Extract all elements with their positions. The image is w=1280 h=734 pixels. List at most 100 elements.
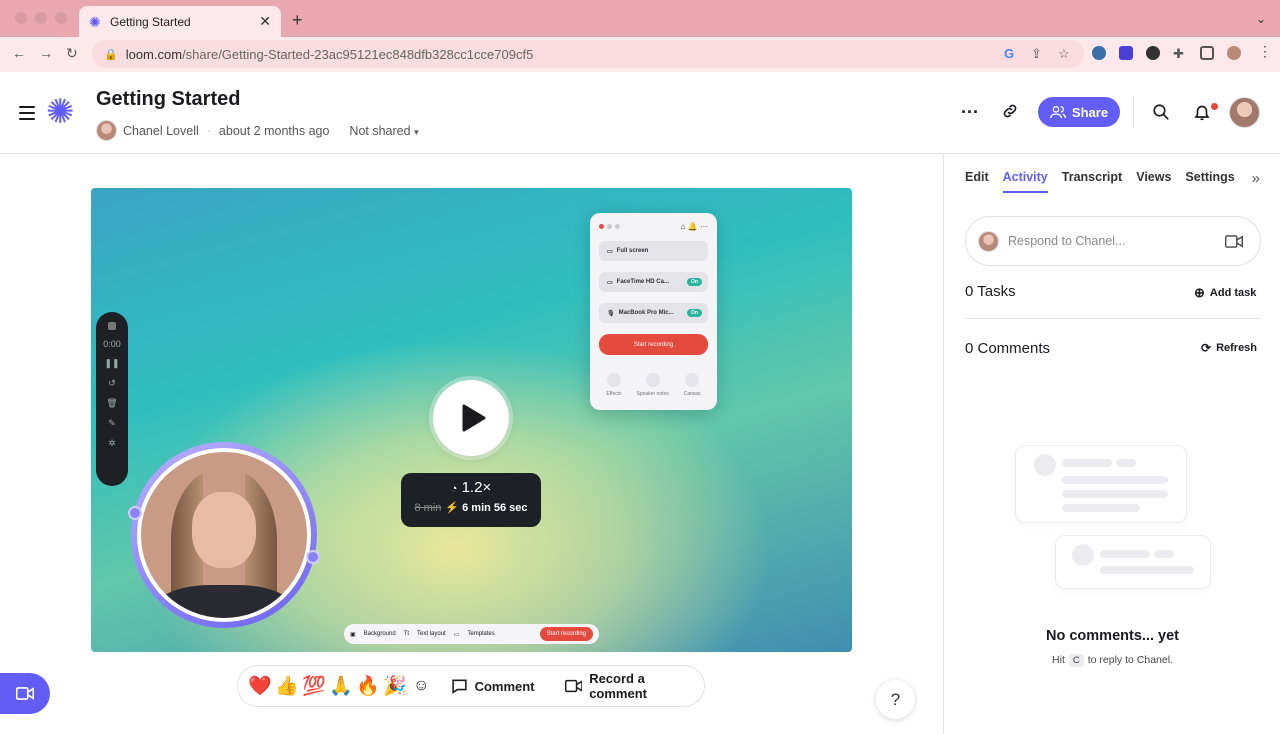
reply-avatar: [978, 230, 999, 252]
side-panel-icon[interactable]: [1200, 46, 1214, 60]
emoji-pray-button[interactable]: 🙏: [329, 674, 353, 698]
extension-2-icon[interactable]: [1119, 46, 1133, 60]
page-title[interactable]: Getting Started: [96, 88, 240, 111]
copy-link-icon[interactable]: [1001, 102, 1019, 125]
extensions-puzzle-icon[interactable]: ✚: [1173, 46, 1187, 61]
original-duration: 8 min: [414, 502, 442, 514]
author-avatar: [96, 120, 117, 141]
reply-input[interactable]: Respond to Chanel...: [965, 216, 1261, 266]
tasks-count: 0 Tasks: [965, 283, 1016, 300]
browser-tab[interactable]: ✺ Getting Started ✕: [79, 6, 281, 37]
hamburger-menu-icon[interactable]: [19, 106, 35, 124]
search-icon[interactable]: [1152, 103, 1170, 126]
notifications-bell-icon[interactable]: [1193, 103, 1211, 127]
popup-full-screen-label: Full screen: [616, 248, 649, 254]
author-name[interactable]: Chanel Lovell: [123, 124, 199, 138]
bar-templates-label: Templates: [467, 631, 495, 637]
popup-camera: ▭ FaceTime HD Ca... On: [599, 272, 708, 292]
user-avatar[interactable]: [1229, 97, 1260, 128]
collapse-panel-icon[interactable]: »: [1252, 170, 1260, 187]
record-reply-icon[interactable]: [1225, 234, 1243, 248]
text-layout-icon: Tt: [403, 631, 410, 637]
monitor-icon: ▭: [607, 248, 613, 255]
restart-icon: ↺: [108, 378, 116, 388]
emoji-thumbs-up-button[interactable]: 👍: [275, 674, 299, 698]
reload-icon[interactable]: ↻: [66, 45, 78, 62]
popup-camera-label: FaceTime HD Ca...: [616, 279, 669, 285]
emoji-party-button[interactable]: 🎉: [383, 674, 407, 698]
tab-activity[interactable]: Activity: [1002, 170, 1048, 193]
divider: [965, 318, 1261, 319]
recorder-control-bar: 0:00 ❚❚ ↺ 🗑 ✎ ✲: [96, 312, 128, 486]
pen-icon: ✎: [108, 418, 116, 428]
tab-edit[interactable]: Edit: [965, 170, 989, 193]
google-icon[interactable]: G: [1004, 46, 1014, 61]
popup-notes-label: Speaker notes: [636, 391, 669, 397]
keyboard-key: C: [1068, 654, 1084, 667]
tab-views[interactable]: Views: [1136, 170, 1171, 193]
refresh-label: Refresh: [1216, 342, 1258, 354]
play-button[interactable]: [433, 380, 509, 456]
popup-tools: Effects Speaker notes Canvas: [599, 373, 708, 397]
emoji-heart-button[interactable]: ❤️: [248, 674, 272, 698]
more-options-icon[interactable]: ···: [961, 102, 979, 123]
bookmark-star-icon[interactable]: ☆: [1058, 46, 1070, 62]
address-bar[interactable]: 🔒 loom.com/share/Getting-Started-23ac951…: [92, 40, 1084, 68]
empty-state-illustration: [1055, 535, 1211, 589]
record-video-fab[interactable]: [0, 673, 50, 714]
browser-menu-icon[interactable]: ⋮: [1258, 43, 1272, 60]
activity-panel: Edit Activity Transcript Views Settings …: [943, 154, 1280, 734]
popup-canvas-label: Canvas: [683, 391, 701, 397]
share-button[interactable]: Share: [1038, 97, 1120, 127]
extension-3-icon[interactable]: [1146, 46, 1160, 60]
back-arrow-icon[interactable]: ←: [12, 45, 26, 61]
add-task-button[interactable]: ⊕ Add task: [1194, 285, 1256, 301]
window-close-button[interactable]: [15, 12, 27, 24]
window-maximize-button[interactable]: [55, 12, 67, 24]
tab-settings[interactable]: Settings: [1185, 170, 1234, 193]
add-task-label: Add task: [1209, 287, 1257, 299]
share-page-icon[interactable]: ⇪: [1031, 46, 1042, 62]
help-button[interactable]: ?: [876, 680, 915, 719]
comments-count: 0 Comments: [965, 340, 1051, 357]
header-divider: [1133, 96, 1134, 128]
url-host: loom.com: [125, 46, 183, 62]
extension-1-icon[interactable]: [1092, 46, 1106, 60]
camera-bubble: [131, 442, 317, 628]
record-comment-label: Record a comment: [589, 671, 647, 701]
forward-arrow-icon[interactable]: →: [39, 45, 53, 61]
play-icon: [462, 404, 486, 432]
tab-list-chevron-icon[interactable]: ⌄: [1256, 12, 1266, 26]
record-camera-icon: [16, 687, 34, 700]
emoji-fire-button[interactable]: 🔥: [356, 674, 380, 698]
record-comment-button[interactable]: Record a comment: [564, 671, 704, 701]
notification-badge: [1211, 103, 1218, 110]
sharing-dropdown[interactable]: Not shared ▾: [349, 124, 418, 138]
speed-multiplier: 1.2×: [461, 479, 492, 496]
video-camera-icon: [564, 679, 583, 693]
emoji-picker-icon[interactable]: ☺: [410, 677, 433, 695]
comment-label: Comment: [474, 678, 535, 694]
meta-separator: ·: [206, 123, 211, 138]
profile-avatar-icon[interactable]: [1227, 46, 1241, 60]
playback-speed-badge[interactable]: ◔ 1.2× 8 min ⚡ 6 min 56 sec: [401, 473, 541, 527]
window-minimize-button[interactable]: [35, 12, 47, 24]
tab-transcript[interactable]: Transcript: [1062, 170, 1122, 193]
bubble-handle: [128, 506, 142, 520]
popup-effects-label: Effects: [606, 391, 622, 397]
emoji-hundred-button[interactable]: 💯: [302, 674, 326, 698]
refresh-button[interactable]: ⟳ Refresh: [1201, 341, 1257, 355]
bar-text-layout-label: Text layout: [417, 631, 446, 637]
speed-gauge-icon: ◔: [450, 483, 458, 495]
comment-icon: [451, 679, 467, 694]
browser-toolbar: ← → ↻ 🔒 loom.com/share/Getting-Started-2…: [0, 37, 1280, 72]
loom-logo-icon[interactable]: ✺: [46, 95, 75, 129]
bolt-icon: ⚡: [445, 502, 460, 514]
bubble-handle: [306, 550, 320, 564]
popup-start-recording: Start recording: [599, 334, 708, 355]
new-tab-button[interactable]: +: [292, 10, 303, 31]
recorder-bottom-bar: ▣ Background Tt Text layout ▭ Templates Sta…: [344, 624, 599, 644]
video-player[interactable]: 0:00 ❚❚ ↺ 🗑 ✎ ✲ ⌂ 🔔 ··· ▭ Full screen ▭ Fa…: [91, 188, 852, 652]
tab-close-icon[interactable]: ✕: [259, 13, 271, 30]
comment-button[interactable]: Comment: [451, 678, 535, 694]
